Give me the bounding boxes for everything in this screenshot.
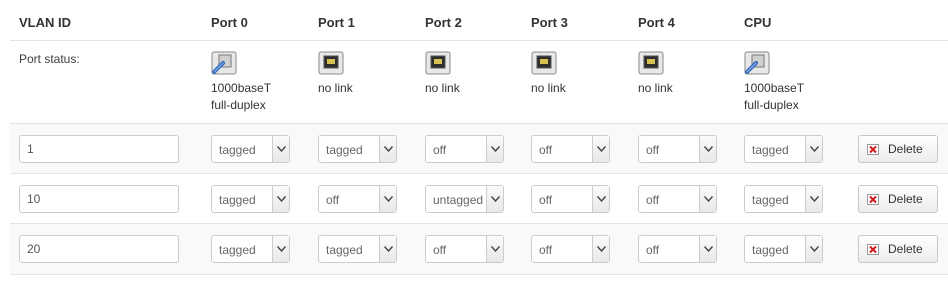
port-mode-value: off (646, 243, 660, 257)
chevron-down-icon (592, 236, 609, 262)
port-mode-value: off (539, 193, 553, 207)
port-mode-value: off (646, 193, 660, 207)
port-mode-value: untagged (433, 193, 484, 207)
port-mode-value: tagged (326, 243, 363, 257)
port-status-text: 1000baseT (211, 81, 272, 95)
port-mode-select[interactable]: tagged (211, 185, 290, 213)
chevron-down-icon (486, 136, 503, 162)
delete-button[interactable]: Delete (858, 185, 938, 213)
chevron-down-icon (272, 236, 289, 262)
port-mode-select[interactable]: off (638, 135, 717, 163)
header-port-4: Port 4 (638, 15, 675, 30)
chevron-down-icon (379, 186, 396, 212)
port-mode-value: off (326, 193, 340, 207)
port-status-text: no link (638, 81, 673, 95)
chevron-down-icon (805, 236, 822, 262)
vlan-id-input[interactable]: 1 (19, 135, 179, 163)
header-port-3: Port 3 (531, 15, 568, 30)
port-mode-select[interactable]: tagged (211, 135, 290, 163)
port-mode-value: off (433, 243, 447, 257)
port-connected-icon (211, 51, 237, 75)
chevron-down-icon (379, 236, 396, 262)
delete-button[interactable]: Delete (858, 135, 938, 163)
port-mode-value: off (646, 143, 660, 157)
chevron-down-icon (699, 186, 716, 212)
delete-button-label: Delete (888, 242, 923, 256)
port-nolink-icon (425, 51, 451, 75)
port-mode-select[interactable]: off (425, 135, 504, 163)
delete-icon (867, 244, 879, 255)
header-port-1: Port 1 (318, 15, 355, 30)
port-nolink-icon (638, 51, 664, 75)
chevron-down-icon (486, 186, 503, 212)
chevron-down-icon (699, 136, 716, 162)
port-mode-value: off (539, 243, 553, 257)
port-mode-select[interactable]: off (638, 235, 717, 263)
port-status-row (10, 40, 948, 124)
port-mode-select[interactable]: off (318, 185, 397, 213)
chevron-down-icon (379, 136, 396, 162)
port-mode-select[interactable]: tagged (211, 235, 290, 263)
port-mode-value: tagged (219, 243, 256, 257)
vlan-id-input[interactable]: 10 (19, 185, 179, 213)
port-mode-select[interactable]: off (531, 235, 610, 263)
port-mode-value: tagged (219, 193, 256, 207)
port-mode-value: tagged (752, 143, 789, 157)
chevron-down-icon (805, 136, 822, 162)
delete-button-label: Delete (888, 142, 923, 156)
port-mode-select[interactable]: off (531, 185, 610, 213)
port-mode-value: tagged (326, 143, 363, 157)
chevron-down-icon (592, 136, 609, 162)
port-status-text: no link (425, 81, 460, 95)
port-status-text: no link (531, 81, 566, 95)
port-nolink-icon (318, 51, 344, 75)
port-mode-select[interactable]: off (638, 185, 717, 213)
port-status-label: Port status: (19, 52, 80, 66)
header-port-0: Port 0 (211, 15, 248, 30)
port-mode-value: tagged (752, 193, 789, 207)
chevron-down-icon (699, 236, 716, 262)
delete-icon (867, 144, 879, 155)
delete-button[interactable]: Delete (858, 235, 938, 263)
port-nolink-icon (531, 51, 557, 75)
port-mode-select[interactable]: off (425, 235, 504, 263)
port-status-text: 1000baseT (744, 81, 805, 95)
port-status-duplex: full-duplex (744, 98, 799, 112)
port-mode-select[interactable]: tagged (744, 185, 823, 213)
delete-button-label: Delete (888, 192, 923, 206)
port-mode-value: tagged (219, 143, 256, 157)
vlan-id-input[interactable]: 20 (19, 235, 179, 263)
port-mode-select[interactable]: tagged (744, 135, 823, 163)
port-mode-value: off (539, 143, 553, 157)
chevron-down-icon (272, 136, 289, 162)
chevron-down-icon (486, 236, 503, 262)
chevron-down-icon (805, 186, 822, 212)
port-status-duplex: full-duplex (211, 98, 266, 112)
chevron-down-icon (272, 186, 289, 212)
port-mode-select[interactable]: tagged (318, 235, 397, 263)
header-cpu: CPU (744, 15, 772, 30)
port-mode-select[interactable]: tagged (744, 235, 823, 263)
port-mode-select[interactable]: untagged (425, 185, 504, 213)
port-connected-icon (744, 51, 770, 75)
chevron-down-icon (592, 186, 609, 212)
header-vlan-id: VLAN ID (19, 15, 71, 30)
port-mode-select[interactable]: off (531, 135, 610, 163)
header-port-2: Port 2 (425, 15, 462, 30)
delete-icon (867, 194, 879, 205)
port-mode-select[interactable]: tagged (318, 135, 397, 163)
port-mode-value: off (433, 143, 447, 157)
port-status-text: no link (318, 81, 353, 95)
port-mode-value: tagged (752, 243, 789, 257)
